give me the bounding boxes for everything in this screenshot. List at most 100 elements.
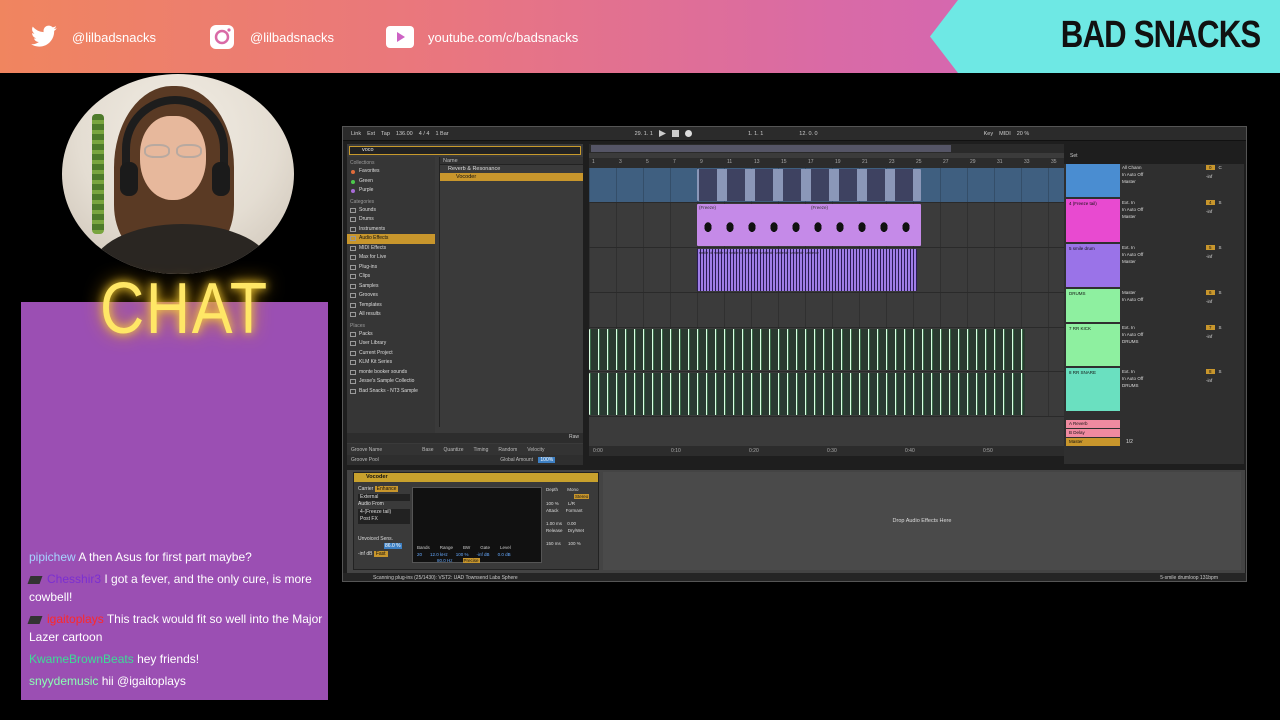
monitor-in-button[interactable]: In <box>1122 252 1126 257</box>
release-value[interactable]: 150 ms <box>546 541 561 546</box>
post-fx-select[interactable]: Post FX <box>358 516 410 524</box>
monitor-in-button[interactable]: In <box>1122 172 1126 177</box>
monitor-off-button[interactable]: Off <box>1137 172 1143 177</box>
output-select[interactable]: DRUMS <box>1122 383 1162 388</box>
monitor-auto-button[interactable]: Auto <box>1127 332 1136 337</box>
quantize-menu[interactable]: 1 Bar <box>435 131 448 137</box>
volume-readout[interactable]: -inf <box>1206 334 1242 339</box>
file-item-vocoder[interactable]: Vocoder <box>440 173 583 181</box>
volume-readout[interactable]: -inf <box>1206 254 1242 259</box>
place-item[interactable]: User Library <box>347 339 435 349</box>
category-item[interactable]: Audio Effects <box>347 234 435 244</box>
monitor-off-button[interactable]: Off <box>1137 297 1143 302</box>
monitor-off-button[interactable]: Off <box>1137 376 1143 381</box>
return-value[interactable]: 1/2 <box>1126 439 1133 445</box>
audio-effect-drop-zone[interactable]: Drop Audio Effects Here <box>603 472 1241 570</box>
category-item[interactable]: Samples <box>347 282 435 292</box>
input-select[interactable]: Master <box>1122 290 1162 295</box>
drywet-value[interactable]: 100 % <box>568 541 581 546</box>
chat-username[interactable]: Chesshir3 <box>47 572 101 586</box>
record-button[interactable] <box>684 130 692 137</box>
audio-clip[interactable] <box>589 329 1025 370</box>
category-item[interactable]: MIDI Effects <box>347 244 435 254</box>
monitor-in-button[interactable]: In <box>1122 376 1126 381</box>
lr-button[interactable]: L/R <box>568 501 575 506</box>
return-track-header[interactable]: Master 1/2 <box>1066 438 1244 446</box>
time-signature[interactable]: 4 / 4 <box>419 131 430 137</box>
chat-username[interactable]: igaitoplays <box>47 612 104 626</box>
output-select[interactable]: Master <box>1122 214 1162 219</box>
monitor-auto-button[interactable]: Auto <box>1127 207 1136 212</box>
audio-from-select[interactable]: 4-(Freeze tail) <box>358 508 410 516</box>
track-activator[interactable]: 8 <box>1206 369 1215 374</box>
monitor-off-button[interactable]: Off <box>1137 332 1143 337</box>
monitor-auto-button[interactable]: Auto <box>1127 252 1136 257</box>
bands-value[interactable]: 20 <box>417 552 422 557</box>
track-header[interactable]: 5 smile drum Ext. In In Auto Off Master 5 S -i… <box>1066 244 1244 289</box>
volume-readout[interactable]: -inf <box>1206 378 1242 383</box>
loop-length[interactable]: 12. 0. 0 <box>799 131 817 137</box>
name-column-header[interactable]: Name <box>440 157 583 165</box>
stop-button[interactable] <box>671 130 679 137</box>
category-item[interactable]: Templates <box>347 301 435 311</box>
place-item[interactable]: Packs <box>347 330 435 340</box>
ext-button[interactable]: Ext <box>367 131 375 137</box>
formant-value[interactable]: 0.00 <box>567 521 576 526</box>
raw-toggle[interactable]: Raw <box>569 434 579 440</box>
midi-map-button[interactable]: MIDI <box>999 131 1011 137</box>
audio-clip[interactable]: smile dr smile dr smile dr smile dr smil… <box>697 249 917 291</box>
gate-value[interactable]: -inf dB <box>477 552 490 557</box>
track-activator[interactable]: 6 <box>1206 290 1215 295</box>
arrangement-position[interactable]: 29. 1. 1 <box>635 131 653 137</box>
chat-username[interactable]: pipichew <box>29 550 76 564</box>
browser-search-input[interactable]: voco <box>349 146 581 155</box>
level-value[interactable]: 0.0 dB <box>498 552 511 557</box>
place-item[interactable]: Current Project <box>347 349 435 359</box>
unvoiced-value[interactable]: -inf dB <box>358 551 372 557</box>
input-select[interactable]: Ext. In <box>1122 200 1162 205</box>
sens-value[interactable]: 86.0 % <box>384 543 402 549</box>
vocoder-display[interactable]: Bands Range BW Gate Level 20 12.0 kHz 10… <box>412 487 542 563</box>
category-item[interactable]: Instruments <box>347 225 435 235</box>
bw-value[interactable]: 100 % <box>456 552 469 557</box>
track-header[interactable]: 4 (Freeze tail) Ext. In In Auto Off Master 4… <box>1066 199 1244 244</box>
volume-readout[interactable]: -inf <box>1206 174 1242 179</box>
solo-button[interactable]: S <box>1219 200 1222 205</box>
return-track-name[interactable]: B Delay <box>1066 429 1120 437</box>
monitor-off-button[interactable]: Off <box>1137 207 1143 212</box>
stereo-button[interactable]: Stereo <box>574 494 590 499</box>
solo-button[interactable]: C <box>1219 165 1222 170</box>
track-activator[interactable]: 0 <box>1206 165 1215 170</box>
audio-clip[interactable] <box>697 169 921 201</box>
category-item[interactable]: Grooves <box>347 291 435 301</box>
return-track-name[interactable]: A Reverb <box>1066 420 1120 428</box>
input-select[interactable]: Ext. In <box>1122 245 1162 250</box>
category-item[interactable]: All results <box>347 310 435 320</box>
monitor-in-button[interactable]: In <box>1122 297 1126 302</box>
play-button[interactable] <box>658 130 666 137</box>
track-name[interactable]: DRUMS <box>1066 289 1120 322</box>
input-select[interactable]: Ext. In <box>1122 325 1162 330</box>
arrangement-overview[interactable] <box>589 144 1064 153</box>
tap-button[interactable]: Tap <box>381 131 390 137</box>
category-item[interactable]: Sounds <box>347 206 435 216</box>
link-button[interactable]: Link <box>351 131 361 137</box>
precise-button[interactable]: Precise <box>462 558 480 563</box>
time-ruler[interactable]: 0:00 0:10 0:20 0:30 0:40 0:50 <box>589 446 1064 456</box>
tempo-field[interactable]: 136.00 <box>396 131 413 137</box>
place-item[interactable]: monte booker sounds <box>347 368 435 378</box>
enhance-button[interactable]: Enhance <box>374 486 399 492</box>
collection-item[interactable]: Favorites <box>347 167 435 177</box>
chat-username[interactable]: snyydemusic <box>29 674 98 688</box>
return-track-header[interactable]: B Delay <box>1066 429 1244 437</box>
instagram-link[interactable]: @lilbadsnacks <box>208 24 334 50</box>
track-name[interactable]: 5 smile drum <box>1066 244 1120 287</box>
carrier-select[interactable]: External <box>358 493 410 501</box>
chat-username[interactable]: KwameBrownBeats <box>29 652 134 666</box>
track-activator[interactable]: 5 <box>1206 245 1215 250</box>
monitor-auto-button[interactable]: Auto <box>1127 297 1136 302</box>
track-activator[interactable]: 7 <box>1206 325 1215 330</box>
monitor-in-button[interactable]: In <box>1122 207 1126 212</box>
track-header[interactable]: 7 RR KICK Ext. In In Auto Off DRUMS 7 S -inf <box>1066 324 1244 368</box>
collection-item[interactable]: Purple <box>347 186 435 196</box>
